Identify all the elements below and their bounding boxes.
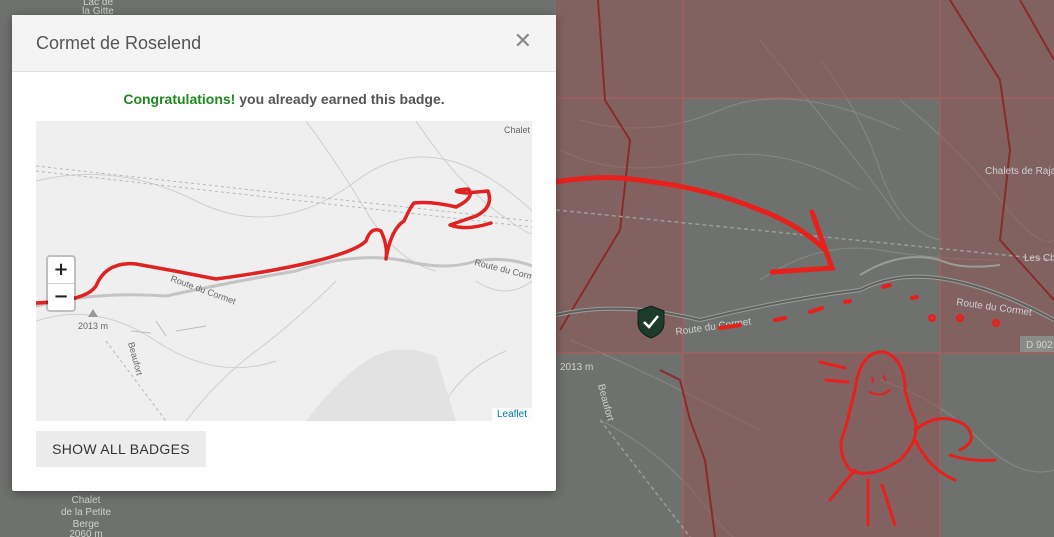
label-chalet: Chalet — [504, 125, 531, 135]
label-petite-berge-4: 2060 m — [69, 529, 102, 537]
label-d902: D 902 — [1026, 340, 1053, 351]
label-petite-berge-1: Chalet — [72, 495, 101, 506]
congrats-text: you already earned this badge. — [235, 91, 445, 107]
zoom-out-button[interactable]: − — [48, 284, 74, 310]
close-icon[interactable]: ✕ — [514, 31, 532, 53]
dialog-title: Cormet de Roselend — [36, 33, 202, 53]
label-chalets-rajas: Chalets de Rajas — [985, 166, 1054, 177]
leaflet-attribution-link[interactable]: Leaflet — [491, 408, 532, 421]
badge-dialog: Cormet de Roselend ✕ Congratulations! yo… — [12, 15, 556, 491]
label-petite-berge-2: de la Petite — [61, 507, 111, 518]
label-altitude-2013: 2013 m — [78, 321, 108, 331]
congrats-message: Congratulations! you already earned this… — [12, 91, 556, 107]
badge-route-map[interactable]: Chalet Route du Cormet Route du Cormet 2… — [36, 121, 532, 421]
label-les-ch: Les Ch — [1024, 253, 1054, 264]
zoom-in-button[interactable]: + — [48, 257, 74, 284]
zoom-control: + − — [46, 255, 76, 312]
dialog-header: Cormet de Roselend ✕ — [12, 15, 556, 72]
congrats-highlight: Congratulations! — [123, 91, 236, 107]
show-all-badges-button[interactable]: SHOW ALL BADGES — [36, 431, 206, 467]
label-altitude: 2013 m — [560, 362, 593, 373]
